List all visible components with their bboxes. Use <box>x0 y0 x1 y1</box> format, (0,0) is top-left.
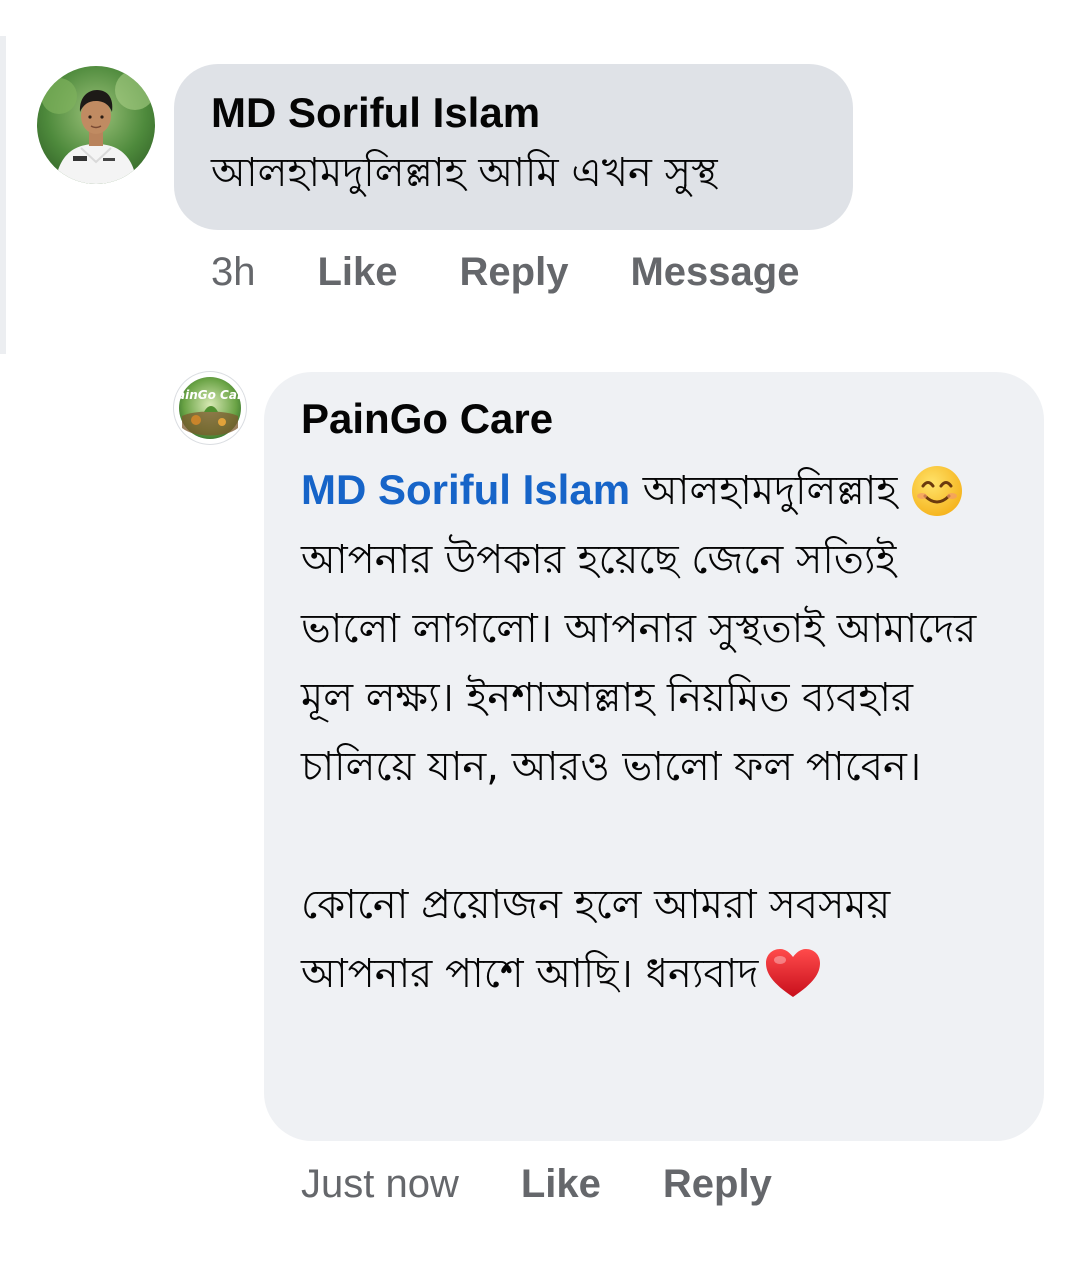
reply-comment-bubble: PainGo Care MD Soriful Islam আলহামদুলিল্… <box>264 372 1044 1141</box>
comment-text: MD Soriful Islam আলহামদুলিল্লাহ আপনার উপ… <box>301 455 1004 1009</box>
comment-timestamp[interactable]: 3h <box>211 250 256 295</box>
mention-link[interactable]: MD Soriful Islam <box>301 466 630 513</box>
avatar-md-soriful-islam[interactable] <box>37 66 155 184</box>
thread-connector-line <box>0 36 6 354</box>
intro-text: আলহামদুলিল্লাহ <box>642 468 898 514</box>
smiling-face-emoji-icon <box>910 464 964 518</box>
avatar-paingo-care[interactable]: PainGo Care <box>174 372 246 444</box>
comment-paragraph-1: আপনার উপকার হয়েছে জেনে সত্যিই ভালো লাগল… <box>301 537 977 790</box>
paingo-care-logo-icon: PainGo Care <box>174 374 246 442</box>
logo-text: PainGo Care <box>174 388 246 402</box>
like-button[interactable]: Like <box>521 1162 601 1207</box>
comment-text: আলহামদুলিল্লাহ আমি এখন সুস্থ <box>211 150 718 196</box>
like-button[interactable]: Like <box>318 250 398 295</box>
comment-timestamp[interactable]: Just now <box>301 1162 459 1207</box>
message-button[interactable]: Message <box>630 250 799 295</box>
comment-intro-line: MD Soriful Islam আলহামদুলিল্লাহ <box>301 455 1004 526</box>
comment-bubble: MD Soriful Islam আলহামদুলিল্লাহ আমি এখন … <box>174 64 853 230</box>
comment-paragraph-2: কোনো প্রয়োজন হলে আমরা সবসময় আপনার পাশে… <box>301 871 1004 1009</box>
profile-photo-icon <box>37 66 155 184</box>
reply-button[interactable]: Reply <box>460 250 569 295</box>
reply-comment-actions: Just now Like Reply <box>301 1162 772 1207</box>
reply-button[interactable]: Reply <box>663 1162 772 1207</box>
comment-author-name[interactable]: PainGo Care <box>301 395 1004 443</box>
comment-actions: 3h Like Reply Message <box>211 250 799 295</box>
comment-author-name[interactable]: MD Soriful Islam <box>211 89 817 137</box>
red-heart-emoji-icon <box>764 947 822 1001</box>
